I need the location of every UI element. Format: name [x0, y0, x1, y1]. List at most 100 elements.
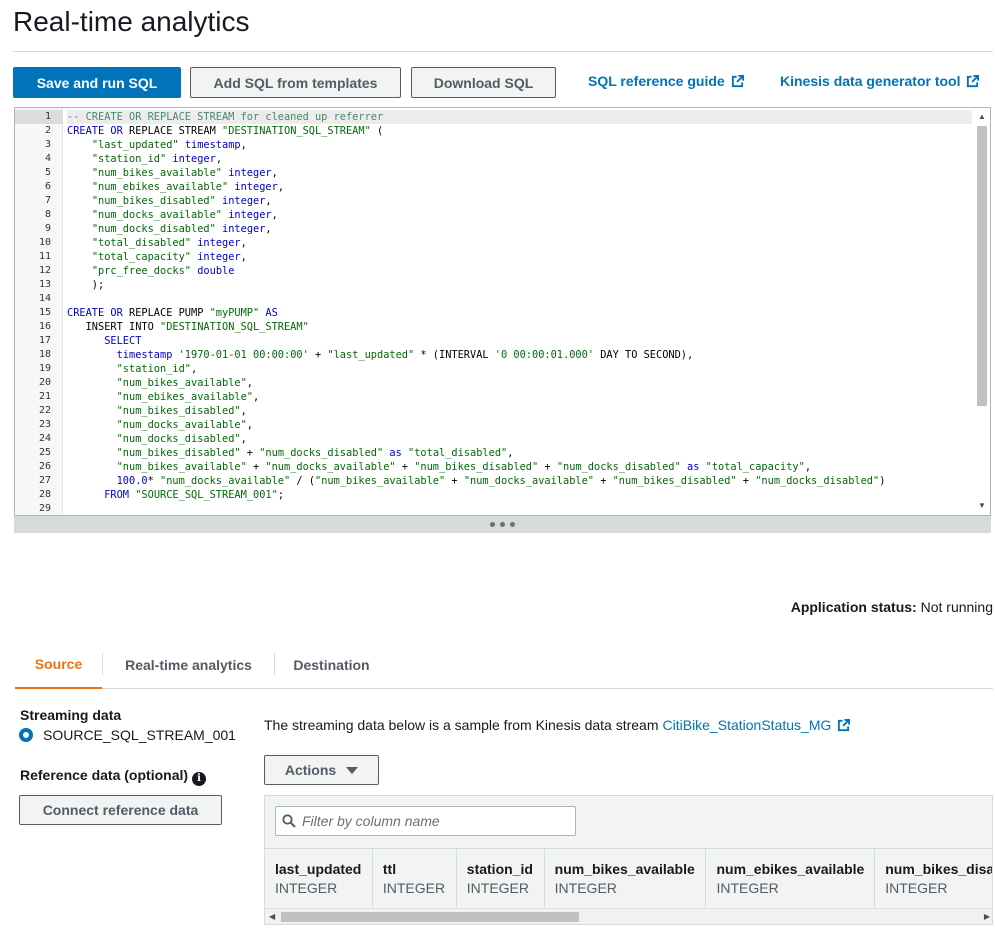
- line-number: 27: [38, 475, 51, 486]
- code-line-7: "num_bikes_disabled" integer,: [91, 195, 272, 207]
- code-line-21: "num_ebikes_available",: [116, 391, 260, 403]
- application-status: Application status: Not running: [791, 599, 993, 615]
- line-number: 24: [38, 433, 51, 444]
- line-number: 26: [38, 461, 51, 472]
- scroll-right-arrow-icon[interactable]: ▶: [984, 912, 990, 921]
- line-number: 5: [44, 167, 51, 178]
- tab-real-time-analytics[interactable]: Real-time analytics: [103, 640, 274, 689]
- tab-bar: Source Real-time analytics Destination: [15, 640, 993, 689]
- column-name: station_id: [466, 861, 533, 877]
- line-numbers: 1 2 3 4 5 6 7 8 9 10 11 12 13 14 15 16 17 18 19 20 21 22 23 24 2…: [15, 110, 63, 515]
- line-number: 7: [44, 195, 51, 206]
- column-name: last_updated: [275, 861, 362, 877]
- filter-column-input[interactable]: [302, 813, 552, 829]
- external-link-icon: [967, 74, 980, 87]
- editor-scroll-thumb[interactable]: [977, 126, 987, 406]
- application-status-label: Application status:: [790, 599, 917, 615]
- table-scroll-thumb[interactable]: [281, 912, 579, 922]
- line-number: 21: [38, 391, 51, 402]
- add-sql-from-templates-button[interactable]: Add SQL from templates: [190, 67, 401, 98]
- line-number: 1: [15, 110, 63, 124]
- sql-code[interactable]: -- CREATE OR REPLACE STREAM for cleaned …: [67, 110, 972, 515]
- line-number: 29: [38, 503, 51, 514]
- line-number: 12: [38, 265, 51, 276]
- reference-data-label: Reference data (optional): [20, 767, 189, 783]
- line-number: 23: [38, 419, 51, 430]
- scroll-up-arrow-icon[interactable]: ▲: [978, 113, 986, 121]
- code-line-19: "station_id",: [116, 363, 198, 375]
- kinesis-data-generator-label: Kinesis data generator tool: [780, 73, 961, 89]
- code-line-22: "num_bikes_disabled",: [116, 405, 247, 417]
- tab-source[interactable]: Source: [15, 640, 102, 689]
- editor-vertical-scrollbar[interactable]: ▲ ▼: [975, 110, 989, 513]
- column-type: INTEGER: [466, 880, 530, 896]
- column-name: num_ebikes_available: [716, 861, 865, 877]
- line-number: 25: [38, 447, 51, 458]
- search-icon: [282, 814, 296, 828]
- column-header[interactable]: num_bikes_disa INTEGER: [875, 849, 993, 910]
- code-line-1: -- CREATE OR REPLACE STREAM for cleaned …: [67, 110, 972, 124]
- line-number: 6: [44, 181, 51, 192]
- column-name: ttl: [382, 861, 397, 877]
- stream-radio-button[interactable]: [19, 728, 33, 742]
- sql-reference-guide-link[interactable]: SQL reference guide: [588, 73, 744, 89]
- title-divider: [13, 51, 993, 52]
- kinesis-stream-link[interactable]: CitiBike_StationStatus_MG: [663, 717, 851, 733]
- scroll-left-arrow-icon[interactable]: ◀: [269, 912, 275, 921]
- table-horizontal-scrollbar[interactable]: ◀ ▶: [265, 908, 992, 924]
- line-number: 13: [38, 279, 51, 290]
- column-type: INTEGER: [716, 880, 779, 896]
- column-type: INTEGER: [885, 880, 948, 896]
- column-name: num_bikes_disa: [885, 861, 993, 877]
- streaming-data-heading: Streaming data: [20, 707, 122, 723]
- stream-description: The streaming data below is a sample fro…: [264, 717, 851, 733]
- actions-label: Actions: [284, 762, 337, 778]
- column-type: INTEGER: [382, 880, 446, 896]
- code-line-23: "num_docks_available",: [116, 419, 253, 431]
- code-line-11: "total_capacity" integer,: [91, 251, 247, 263]
- stream-radio-label[interactable]: SOURCE_SQL_STREAM_001: [43, 727, 236, 743]
- code-line-28: FROM "SOURCE_SQL_STREAM_001";: [104, 489, 285, 501]
- column-header[interactable]: num_ebikes_available INTEGER: [706, 849, 876, 910]
- external-link-icon: [838, 718, 851, 731]
- column-type: INTEGER: [275, 880, 338, 896]
- kinesis-stream-link-label: CitiBike_StationStatus_MG: [662, 717, 832, 733]
- scroll-down-arrow-icon[interactable]: ▼: [978, 502, 986, 510]
- line-number: 17: [38, 335, 51, 346]
- application-status-value: Not running: [920, 599, 993, 615]
- save-and-run-sql-button[interactable]: Save and run SQL: [13, 67, 181, 98]
- column-name: num_bikes_available: [554, 861, 695, 877]
- code-line-12: "prc_free_docks" double: [91, 265, 235, 277]
- column-header[interactable]: station_id INTEGER: [457, 849, 545, 910]
- column-header[interactable]: last_updated INTEGER: [265, 849, 373, 910]
- line-number: 22: [38, 405, 51, 416]
- drag-dot-icon: [500, 522, 505, 527]
- line-number: 3: [44, 139, 51, 150]
- line-number: 2: [44, 125, 51, 136]
- code-line-10: "total_disabled" integer,: [91, 237, 247, 249]
- drag-dot-icon: [510, 522, 515, 527]
- download-sql-button[interactable]: Download SQL: [411, 67, 556, 98]
- kinesis-data-generator-link[interactable]: Kinesis data generator tool: [780, 73, 980, 89]
- info-icon[interactable]: i: [192, 771, 207, 786]
- connect-reference-data-button[interactable]: Connect reference data: [19, 795, 222, 825]
- line-number: 19: [38, 363, 51, 374]
- reference-data-heading: Reference data (optional) i: [20, 767, 207, 786]
- tab-destination[interactable]: Destination: [275, 640, 388, 689]
- drag-dot-icon: [490, 522, 495, 527]
- editor-resize-handle[interactable]: [14, 516, 991, 533]
- code-line-16: INSERT INTO "DESTINATION_SQL_STREAM": [67, 321, 309, 333]
- line-number: 16: [38, 321, 51, 332]
- line-number: 18: [38, 349, 51, 360]
- column-type: INTEGER: [554, 880, 617, 896]
- column-header[interactable]: ttl INTEGER: [373, 849, 457, 910]
- actions-dropdown-button[interactable]: Actions: [264, 755, 379, 785]
- sql-editor[interactable]: 1 2 3 4 5 6 7 8 9 10 11 12 13 14 15 16 17 18 19 20 21 22 23 24 2…: [14, 107, 991, 516]
- caret-down-icon: [346, 766, 359, 774]
- column-filter[interactable]: [275, 806, 576, 836]
- table-header: last_updated INTEGER ttl INTEGER station…: [265, 848, 993, 910]
- column-header[interactable]: num_bikes_available INTEGER: [545, 849, 707, 910]
- code-line-18: timestamp '1970-01-01 00:00:00' + "last_…: [116, 349, 694, 361]
- code-line-27: 100.0* "num_docks_available" / ("num_bik…: [116, 475, 886, 487]
